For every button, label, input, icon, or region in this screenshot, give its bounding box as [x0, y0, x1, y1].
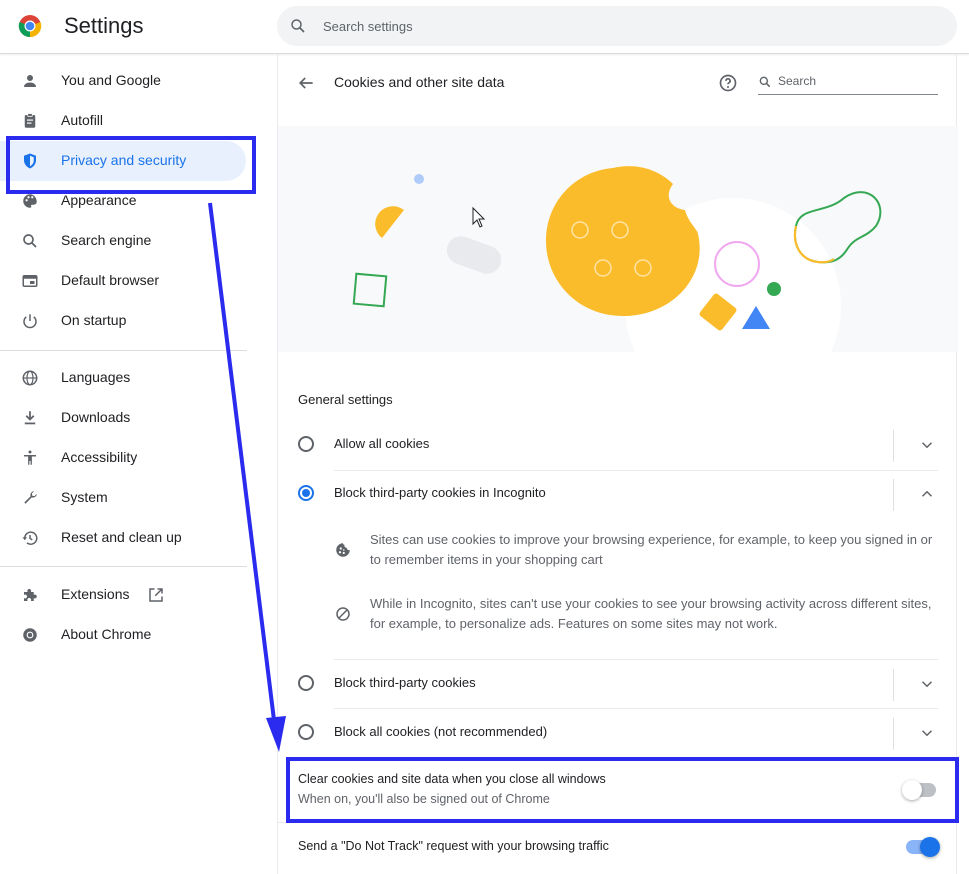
divider: [893, 718, 894, 750]
browser-window-icon: [22, 275, 38, 287]
setting-title: Send a "Do Not Track" request with your …: [298, 839, 609, 853]
history-icon: [22, 531, 38, 545]
sidebar-item-label: Autofill: [61, 112, 104, 128]
search-icon: [759, 76, 771, 88]
option-detail: While in Incognito, sites can't use your…: [334, 594, 938, 638]
radio-button-selected[interactable]: [298, 485, 314, 501]
settings-window: Settings You and Google Autofill Privacy…: [0, 0, 969, 874]
cookie-option-block-incognito[interactable]: Block third-party cookies in Incognito: [298, 470, 938, 518]
setting-title: Clear cookies and site data when you clo…: [298, 772, 606, 786]
chrome-icon: [23, 628, 37, 642]
site-search-field[interactable]: Search: [758, 71, 938, 95]
sidebar-item-extensions[interactable]: Extensions: [0, 575, 246, 615]
cookies-illustration-graphic: [352, 166, 882, 352]
sidebar: You and Google Autofill Privacy and secu…: [0, 55, 260, 874]
chrome-logo-icon: [18, 15, 42, 38]
chevron-down-icon[interactable]: [918, 675, 936, 693]
sidebar-item-label: Extensions: [61, 586, 130, 602]
top-bar: Settings: [0, 0, 969, 54]
setting-subtitle: When on, you'll also be signed out of Ch…: [298, 792, 550, 806]
back-arrow-icon[interactable]: [296, 73, 316, 93]
clipboard-icon: [24, 113, 36, 128]
sidebar-item-you-and-google[interactable]: You and Google: [0, 61, 246, 101]
radio-button[interactable]: [298, 436, 314, 452]
option-label: Block third-party cookies: [334, 675, 476, 690]
cookie-option-block-third-party[interactable]: Block third-party cookies: [298, 660, 938, 708]
clear-on-exit-setting[interactable]: Clear cookies and site data when you clo…: [278, 760, 958, 820]
sidebar-item-on-startup[interactable]: On startup: [0, 301, 246, 341]
divider: [893, 479, 894, 511]
palette-icon: [23, 194, 37, 208]
download-icon: [24, 411, 36, 425]
radio-button[interactable]: [298, 724, 314, 740]
sidebar-item-label: Search engine: [61, 232, 152, 248]
help-icon[interactable]: [718, 73, 738, 93]
sidebar-item-downloads[interactable]: Downloads: [0, 398, 246, 438]
sidebar-item-search-engine[interactable]: Search engine: [0, 221, 246, 261]
sidebar-item-label: Accessibility: [61, 449, 138, 465]
search-icon: [291, 19, 305, 33]
sidebar-divider: [0, 350, 247, 351]
divider: [893, 430, 894, 462]
sidebar-item-about-chrome[interactable]: About Chrome: [0, 615, 246, 655]
sidebar-item-default-browser[interactable]: Default browser: [0, 261, 246, 301]
globe-icon: [22, 370, 38, 386]
sidebar-item-reset-and-clean-up[interactable]: Reset and clean up: [0, 518, 246, 558]
chevron-up-icon[interactable]: [918, 485, 936, 503]
sidebar-item-label: About Chrome: [61, 626, 152, 642]
accessibility-icon: [24, 450, 36, 465]
option-label: Allow all cookies: [334, 436, 430, 451]
chevron-down-icon[interactable]: [918, 724, 936, 742]
sidebar-item-label: Appearance: [61, 192, 137, 208]
cookies-illustration: [278, 126, 958, 352]
option-label: Block third-party cookies in Incognito: [334, 485, 546, 500]
search-input[interactable]: [323, 6, 923, 46]
open-in-new-icon: [149, 588, 163, 602]
detail-text: Sites can use cookies to improve your br…: [370, 532, 933, 567]
option-detail: Sites can use cookies to improve your br…: [334, 530, 938, 574]
wrench-icon: [24, 491, 37, 504]
do-not-track-setting[interactable]: Send a "Do Not Track" request with your …: [278, 823, 958, 873]
sidebar-item-label: On startup: [61, 312, 127, 328]
app-title: Settings: [64, 13, 144, 38]
cookie-option-block-all[interactable]: Block all cookies (not recommended): [298, 709, 938, 757]
site-search-placeholder: Search: [778, 74, 817, 88]
sidebar-item-label: Downloads: [61, 409, 131, 425]
sidebar-item-label: Privacy and security: [61, 152, 187, 168]
card-header: Cookies and other site data Search: [278, 55, 958, 125]
shield-icon: [24, 153, 36, 169]
person-icon: [24, 75, 36, 87]
cookie-option-allow-all[interactable]: Allow all cookies: [298, 421, 938, 469]
page-title: Cookies and other site data: [334, 74, 505, 90]
toggle-knob: [902, 780, 922, 800]
cookies-settings-card: Cookies and other site data Search Gener…: [277, 55, 958, 874]
search-icon: [23, 234, 37, 248]
sidebar-item-appearance[interactable]: Appearance: [0, 181, 246, 221]
sidebar-item-accessibility[interactable]: Accessibility: [0, 438, 246, 478]
sidebar-item-label: System: [61, 489, 108, 505]
puzzle-icon: [24, 589, 37, 601]
sidebar-item-privacy-and-security[interactable]: Privacy and security: [0, 141, 246, 181]
sidebar-item-label: Languages: [61, 369, 131, 385]
option-label: Block all cookies (not recommended): [334, 724, 548, 739]
sidebar-item-languages[interactable]: Languages: [0, 358, 246, 398]
sidebar-item-label: Reset and clean up: [61, 529, 182, 545]
divider: [893, 669, 894, 701]
sidebar-item-system[interactable]: System: [0, 478, 246, 518]
radio-button[interactable]: [298, 675, 314, 691]
do-not-track-toggle[interactable]: [906, 837, 940, 857]
settings-search[interactable]: [277, 6, 957, 46]
sidebar-item-label: You and Google: [61, 72, 161, 88]
detail-text: While in Incognito, sites can't use your…: [370, 596, 932, 631]
power-icon: [23, 314, 37, 329]
clear-on-exit-toggle[interactable]: [902, 780, 936, 800]
chevron-down-icon[interactable]: [918, 436, 936, 454]
sidebar-item-label: Default browser: [61, 272, 160, 288]
sidebar-item-autofill[interactable]: Autofill: [0, 101, 246, 141]
sidebar-divider: [0, 566, 247, 567]
block-icon: [336, 607, 350, 621]
section-title: General settings: [298, 392, 393, 407]
toggle-knob: [920, 837, 940, 857]
cookie-icon: [336, 543, 350, 557]
